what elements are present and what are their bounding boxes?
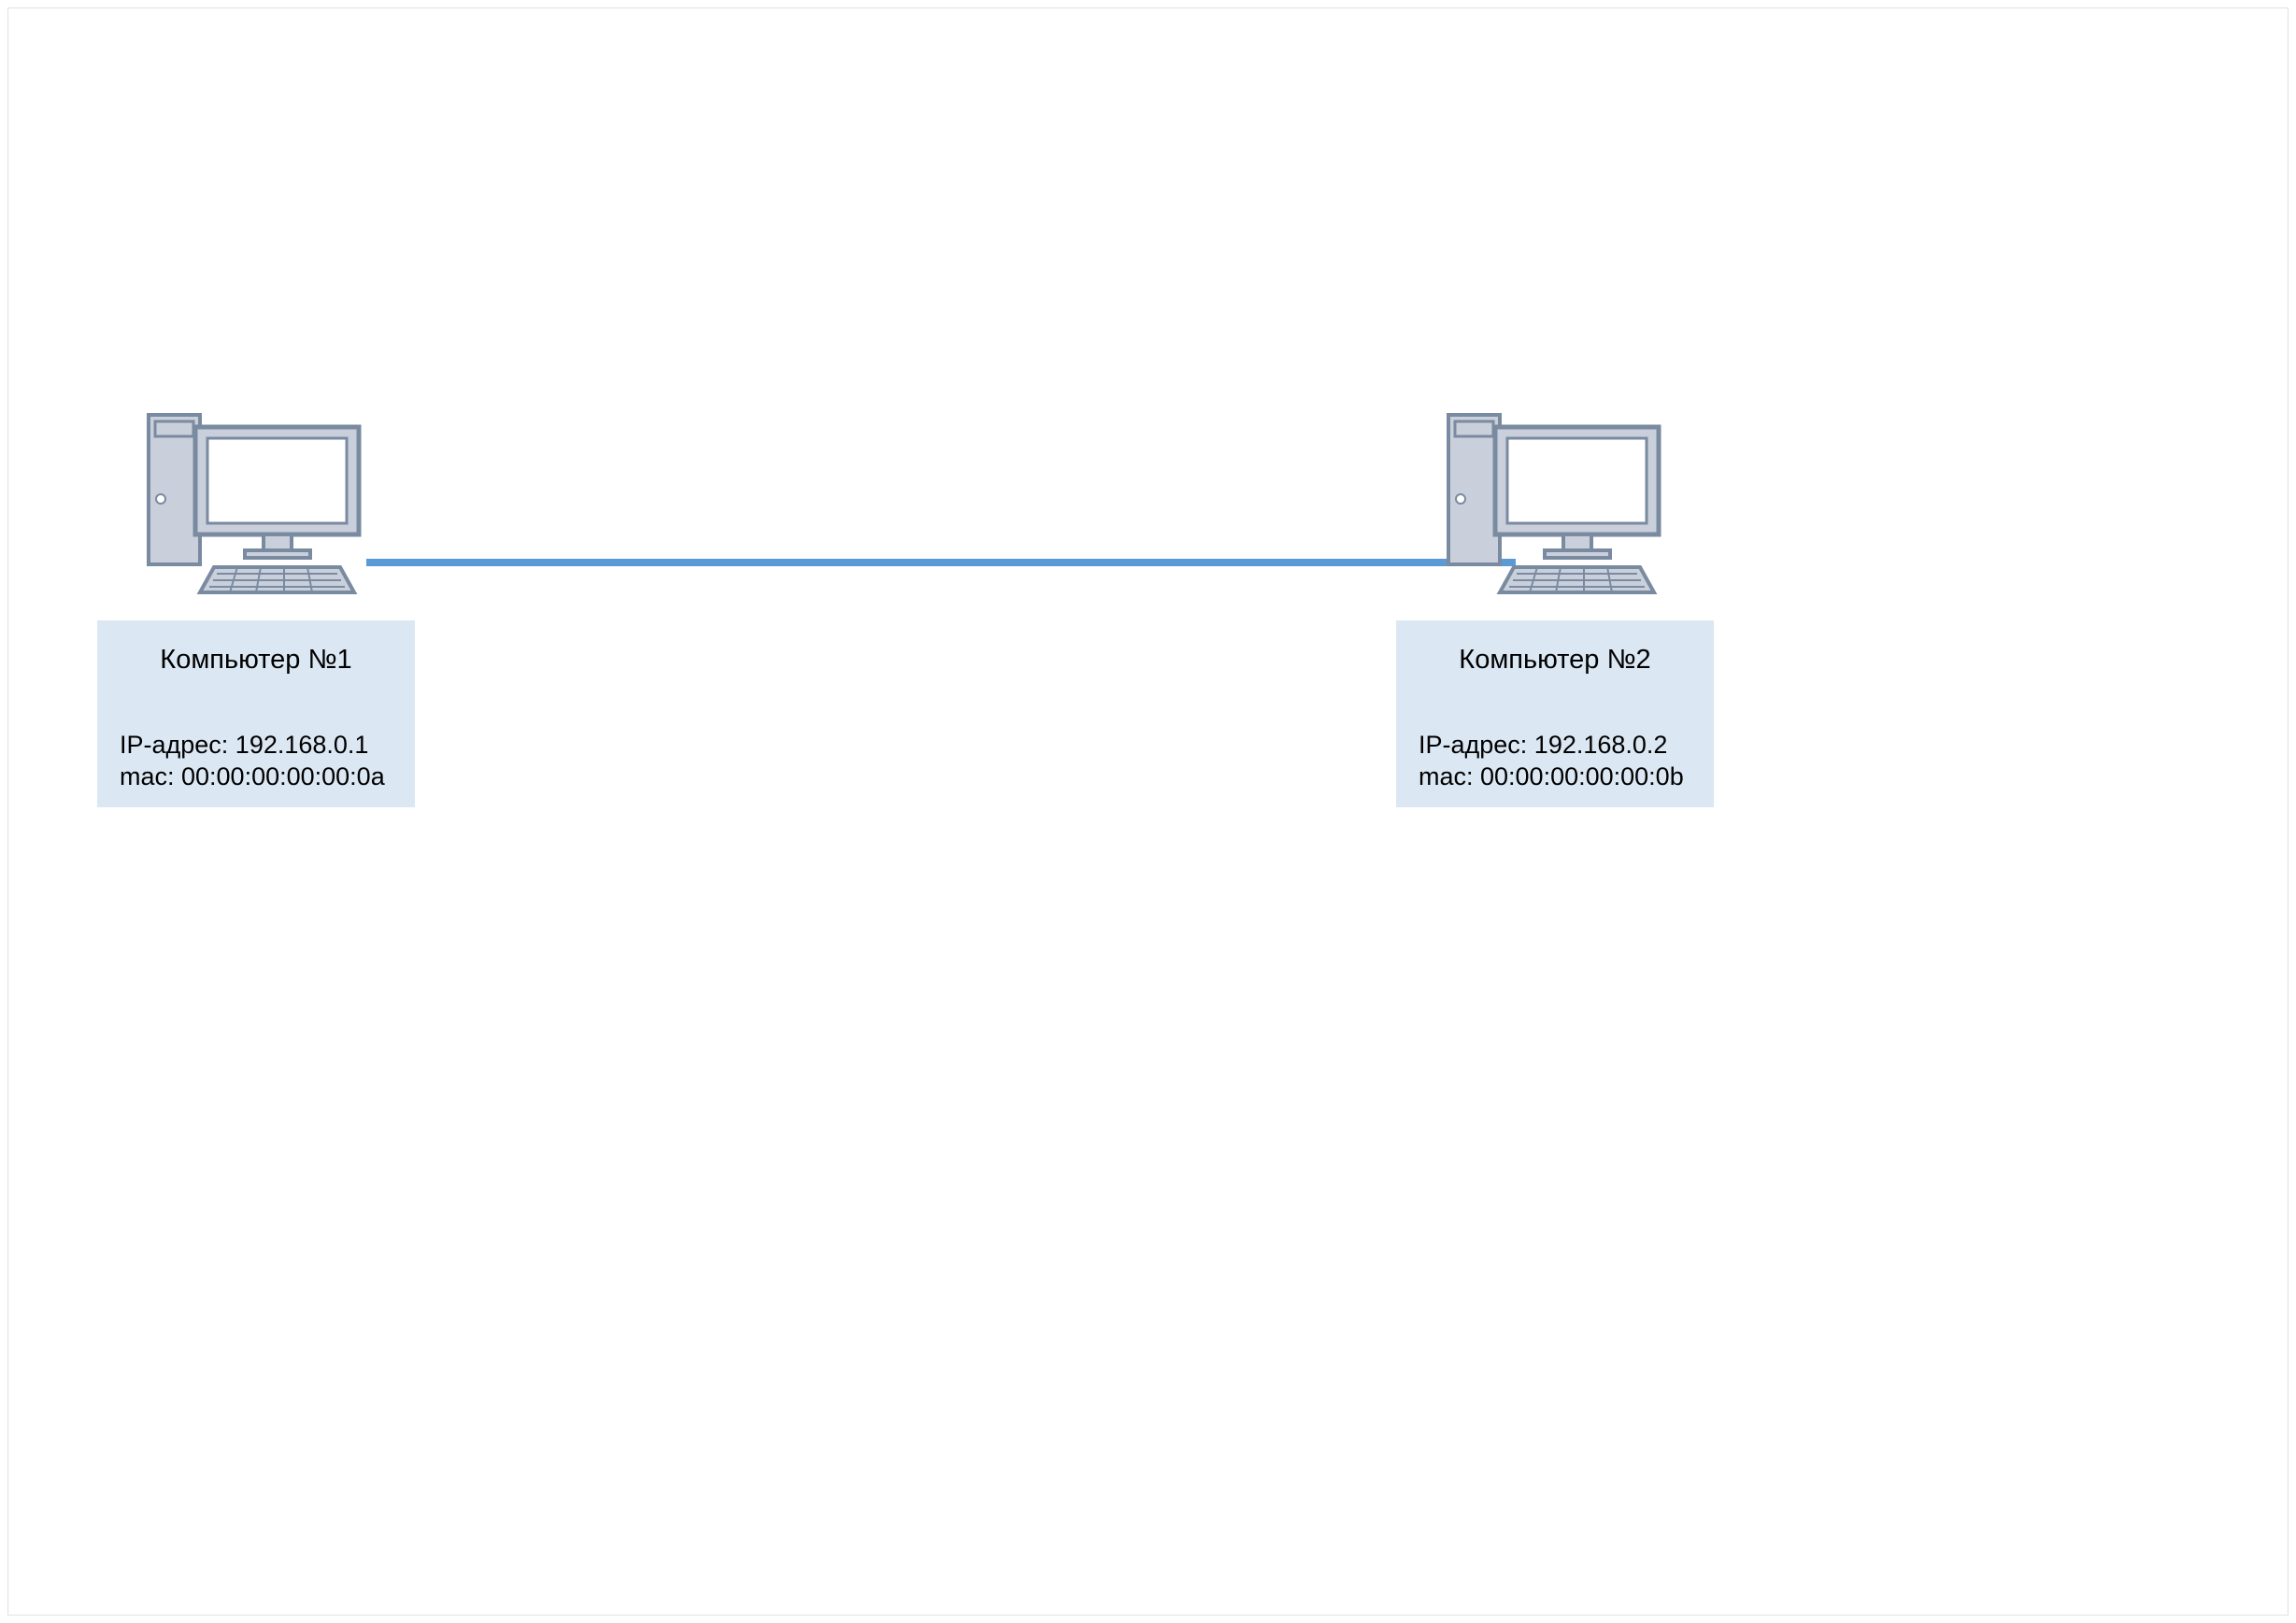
computer-title: Компьютер №2	[1419, 645, 1691, 676]
computer-title: Компьютер №1	[120, 645, 392, 676]
computer-info-box: Компьютер №1 IP-адрес: 192.168.0.1 mac: …	[97, 620, 415, 807]
computer-icon	[144, 410, 368, 597]
network-link	[366, 559, 1516, 566]
computer-ip: IP-адрес: 192.168.0.1	[120, 730, 392, 762]
diagram-canvas: Компьютер №1 IP-адрес: 192.168.0.1 mac: …	[7, 7, 2289, 1616]
computer-info-box: Компьютер №2 IP-адрес: 192.168.0.2 mac: …	[1396, 620, 1714, 807]
computer-mac: mac: 00:00:00:00:00:0a	[120, 762, 392, 793]
computer-mac: mac: 00:00:00:00:00:0b	[1419, 762, 1691, 793]
computer-icon	[1444, 410, 1668, 597]
computer-ip: IP-адрес: 192.168.0.2	[1419, 730, 1691, 762]
